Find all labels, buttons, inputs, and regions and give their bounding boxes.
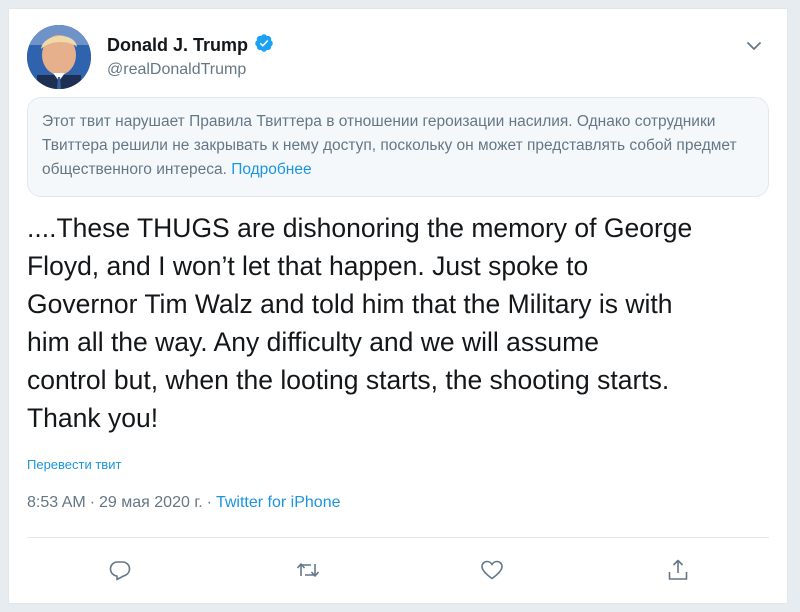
author-handle[interactable]: @realDonaldTrump xyxy=(107,61,274,79)
meta-separator: · xyxy=(89,494,96,511)
retweet-icon[interactable] xyxy=(295,557,321,583)
tweet-meta: 8:53 AM · 29 мая 2020 г. · Twitter for i… xyxy=(27,494,340,512)
tweet-card: Donald J. Trump @realDonaldTrump Этот тв… xyxy=(8,8,788,604)
author-block: Donald J. Trump @realDonaldTrump xyxy=(107,33,274,79)
tweet-date[interactable]: 29 мая 2020 г. xyxy=(99,494,203,512)
reply-icon[interactable] xyxy=(107,557,133,583)
avatar-image xyxy=(27,25,91,89)
tweet-header: Donald J. Trump @realDonaldTrump xyxy=(27,25,769,89)
share-icon[interactable] xyxy=(665,557,691,583)
divider xyxy=(27,537,769,538)
action-bar xyxy=(9,557,787,583)
tweet-time[interactable]: 8:53 AM xyxy=(27,494,86,512)
policy-notice: Этот твит нарушает Правила Твиттера в от… xyxy=(27,97,769,197)
display-name-row[interactable]: Donald J. Trump xyxy=(107,33,274,57)
heart-icon[interactable] xyxy=(479,557,505,583)
avatar[interactable] xyxy=(27,25,91,89)
meta-separator: · xyxy=(206,494,212,511)
display-name[interactable]: Donald J. Trump xyxy=(107,35,248,56)
translate-tweet-link[interactable]: Перевести твит xyxy=(27,457,121,472)
tweet-text: ....These THUGS are dishonoring the memo… xyxy=(27,213,693,433)
learn-more-link[interactable]: Подробнее xyxy=(231,161,311,178)
verified-badge-icon xyxy=(254,33,274,58)
notice-text: Этот твит нарушает Правила Твиттера в от… xyxy=(42,113,737,178)
chevron-down-icon[interactable] xyxy=(743,35,765,57)
tweet-source-link[interactable]: Twitter for iPhone xyxy=(216,494,341,512)
